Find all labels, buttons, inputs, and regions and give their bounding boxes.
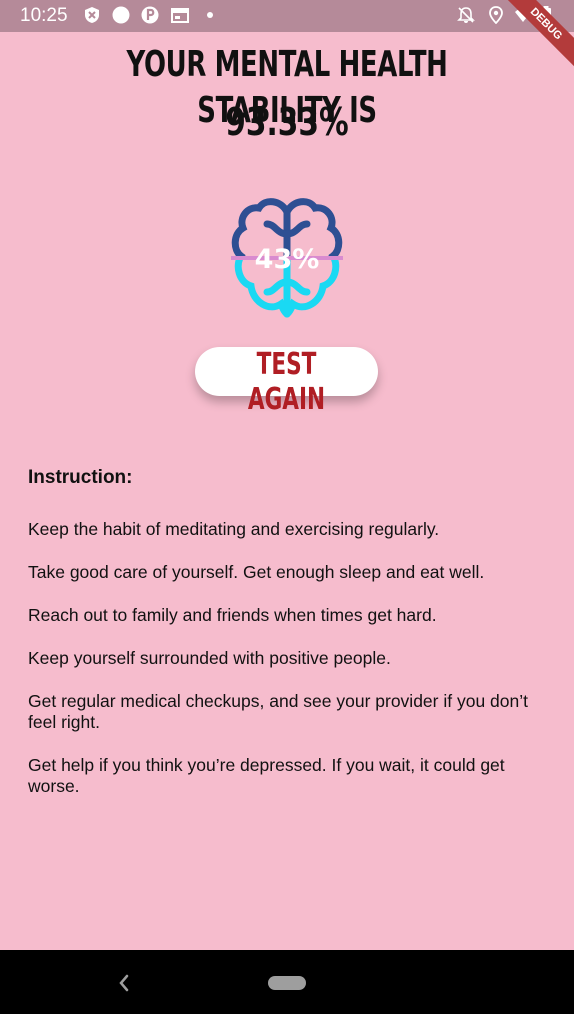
instruction-item: Get help if you think you’re depressed. … bbox=[28, 755, 505, 796]
location-icon bbox=[489, 6, 503, 24]
instruction-list: Keep the habit of meditating and exercis… bbox=[28, 519, 548, 819]
stability-percent: 93.33% bbox=[225, 100, 349, 144]
instruction-item: Keep yourself surrounded with positive p… bbox=[28, 648, 391, 668]
test-again-label: TEST AGAIN bbox=[247, 347, 326, 417]
shield-x-icon bbox=[85, 7, 99, 23]
bell-off-icon bbox=[457, 7, 475, 23]
test-again-button[interactable]: TEST AGAIN bbox=[195, 347, 378, 417]
p-icon bbox=[141, 6, 159, 24]
dot-icon bbox=[207, 12, 213, 18]
brain-percent-label: 43% bbox=[255, 244, 320, 275]
status-bar: 10:25 DEBUG bbox=[0, 0, 574, 74]
instruction-item: Get regular medical checkups, and see yo… bbox=[28, 691, 528, 732]
instruction-title: Instruction: bbox=[28, 467, 133, 488]
instruction-item: Reach out to family and friends when tim… bbox=[28, 605, 437, 625]
back-chevron-icon[interactable] bbox=[116, 973, 132, 993]
status-time: 10:25 bbox=[20, 5, 68, 26]
instruction-item: Take good care of yourself. Get enough s… bbox=[28, 562, 485, 582]
debug-banner: DEBUG bbox=[496, 0, 574, 74]
brain-icon: 43% bbox=[231, 198, 343, 318]
calendar-icon bbox=[171, 8, 189, 23]
instruction-item: Keep the habit of meditating and exercis… bbox=[28, 519, 440, 539]
home-pill-icon[interactable] bbox=[268, 976, 306, 990]
circle-icon bbox=[112, 6, 130, 24]
